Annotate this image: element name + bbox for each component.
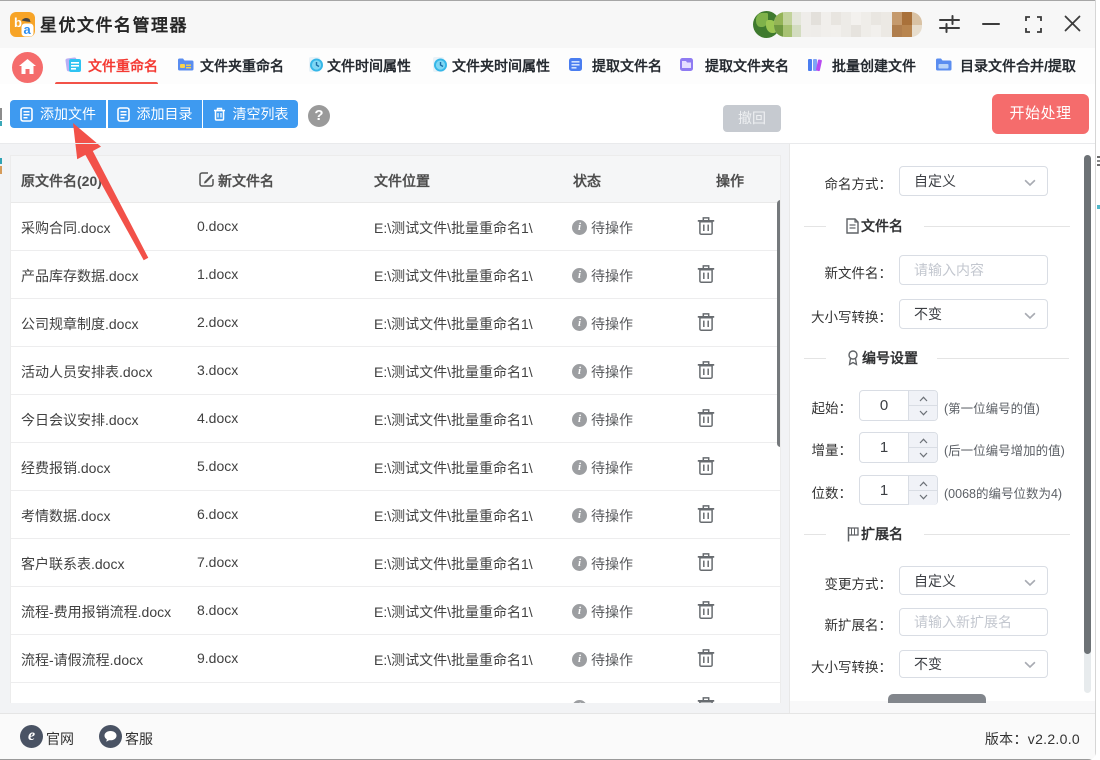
- svg-text:b: b: [14, 15, 22, 30]
- svg-text:a: a: [24, 22, 32, 37]
